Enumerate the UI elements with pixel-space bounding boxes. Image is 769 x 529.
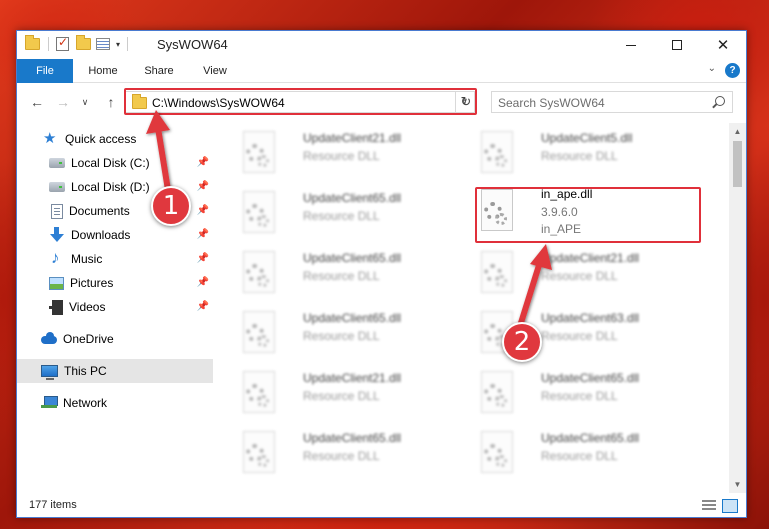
step-marker-1: 1 <box>151 186 191 226</box>
arrow-2 <box>517 244 552 329</box>
step-marker-2: 2 <box>502 322 542 362</box>
annotation-arrows <box>146 110 552 329</box>
arrow-1 <box>146 110 171 193</box>
